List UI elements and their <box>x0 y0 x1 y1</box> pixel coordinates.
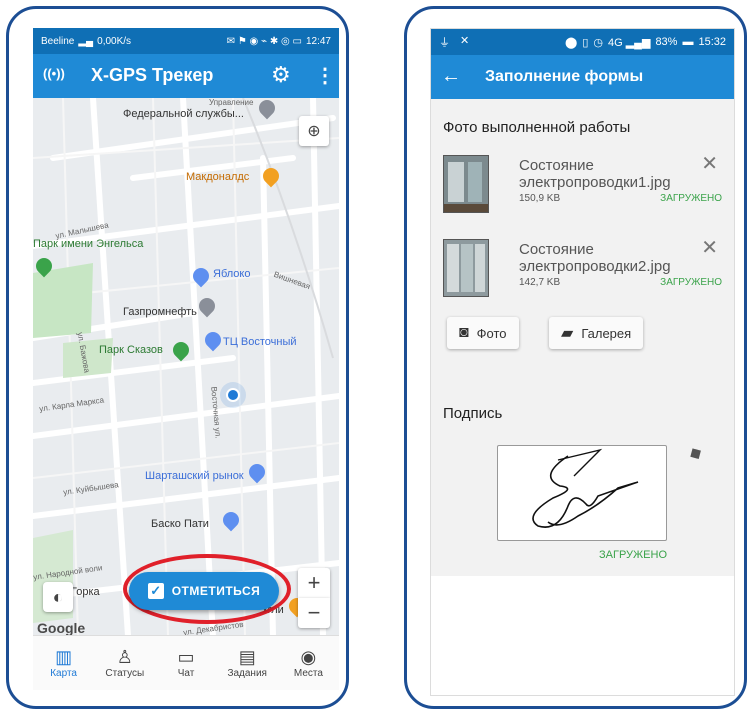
app-bar: ← Заполнение формы <box>431 55 734 99</box>
file-row: Состояние электропроводки1.jpg 150,9 KB … <box>443 149 722 219</box>
compass-button[interactable]: ◐ <box>43 582 73 612</box>
eraser-icon[interactable]: ◆ <box>685 441 706 464</box>
battery-percent: 83% <box>655 36 678 48</box>
nav-label-statuses: Статусы <box>105 668 145 679</box>
map-label-park-engelsa: Парк имени Энгельса <box>33 238 144 250</box>
file-name-line2: электропроводки2.jpg <box>519 258 671 275</box>
file-status: ЗАГРУЖЕНО <box>660 193 722 204</box>
file-row: Состояние электропроводки2.jpg 142,7 KB … <box>443 233 722 303</box>
battery-icon: ▬ <box>682 36 694 48</box>
status-icon: ♙ <box>116 647 133 667</box>
map-label-basko: Баско Пати <box>151 518 209 530</box>
nav-label-chat: Чат <box>177 668 195 679</box>
camera-icon: ◙ <box>459 324 469 341</box>
signature-pad[interactable] <box>497 445 667 541</box>
file-name-line2: электропроводки1.jpg <box>519 174 671 191</box>
right-phone-screen: ⏚ ✕ ⬤ ▯ ◷ 4G ▂▄▆ 83% ▬ 15:32 ← Заполнени… <box>430 28 735 696</box>
broadcast-icon[interactable]: ((•)) <box>43 66 65 81</box>
notification-icons: ✉ ⚑ ◉ ⌁ ✱ ◎ ▭ <box>226 35 302 47</box>
zoom-in-label: + <box>307 570 321 595</box>
bottom-navigation: ▥ Карта ♙ Статусы ▭ Чат ▤ Задания ◉ Мест… <box>33 635 339 690</box>
checkbox-icon: ✓ <box>147 583 164 599</box>
app-title: X-GPS Трекер <box>91 65 214 85</box>
nav-item-map[interactable]: ▥ Карта <box>33 636 94 690</box>
carrier-label: Beeline ▂▄ 0,00K/s <box>41 35 132 47</box>
file-name-line1: Состояние <box>519 241 594 258</box>
gallery-button-label: Галерея <box>581 325 632 341</box>
app-bar: ((•)) X-GPS Трекер ⚙ ⋮ <box>33 54 339 98</box>
nav-label-places: Места <box>293 668 323 679</box>
signature-drawing <box>532 448 639 528</box>
more-vert-icon[interactable]: ⋮ <box>315 63 335 88</box>
map-label-gorka: Горка <box>71 586 100 598</box>
gear-icon[interactable]: ⚙ <box>271 62 291 88</box>
photo-thumbnail[interactable] <box>443 239 489 297</box>
map-label-tc-vostochny: ТЦ Восточный <box>223 336 297 348</box>
status-icons: ⬤ ▯ ◷ 4G ▂▄▆ 83% ▬ 15:32 <box>565 36 726 49</box>
crosshair-icon: ⊕ <box>307 123 321 140</box>
close-icon[interactable]: ✕ <box>701 235 718 260</box>
current-location-dot <box>226 388 240 402</box>
no-signal-icon: ✕ <box>460 35 470 47</box>
form-title: Заполнение формы <box>485 68 644 85</box>
status-bar: ⏚ ✕ ⬤ ▯ ◷ 4G ▂▄▆ 83% ▬ 15:32 <box>431 29 734 55</box>
notification-icons: ⏚ ✕ <box>439 34 469 50</box>
globe-icon: ◐ <box>52 586 64 607</box>
nav-item-statuses[interactable]: ♙ Статусы <box>94 636 155 690</box>
nav-label-tasks: Задания <box>227 668 267 679</box>
gallery-button[interactable]: ▰ Галерея <box>549 317 644 349</box>
zoom-out-label: − <box>307 600 321 625</box>
map-label-mcdonalds: Макдоналдс <box>186 171 250 183</box>
map-label-upravlenie: Управление <box>209 98 254 107</box>
zoom-in-button[interactable]: + <box>298 568 330 598</box>
close-icon[interactable]: ✕ <box>701 151 718 176</box>
checkin-label: ОТМЕТИТЬСЯ <box>171 584 261 598</box>
file-status: ЗАГРУЖЕНО <box>660 277 722 288</box>
place-icon: ◉ <box>300 647 317 667</box>
signature-title: Подпись <box>443 405 503 422</box>
status-icons: ✉ ⚑ ◉ ⌁ ✱ ◎ ▭ 12:47 <box>227 36 331 47</box>
map-label-park-skazov: Парк Сказов <box>99 344 163 356</box>
status-time: 12:47 <box>305 35 331 47</box>
network-icon: 4G ▂▄▆ <box>607 36 651 49</box>
zoom-out-button[interactable]: − <box>298 598 330 628</box>
google-logo: Google <box>37 620 86 636</box>
nav-item-tasks[interactable]: ▤ Задания <box>217 636 278 690</box>
file-size: 142,7 KB <box>519 277 561 288</box>
left-phone-screen: Beeline ▂▄ 0,00K/s ✉ ⚑ ◉ ⌁ ✱ ◎ ▭ 12:47 (… <box>33 28 339 690</box>
back-arrow-icon[interactable]: ← <box>441 65 461 88</box>
photo-button[interactable]: ◙ Фото <box>447 317 519 349</box>
checkin-button[interactable]: ✓ ОТМЕТИТЬСЯ <box>129 572 279 610</box>
map-label-gazpromneft: Газпромнефть <box>123 306 197 318</box>
signature-status: ЗАГРУЖЕНО <box>599 549 668 561</box>
file-size: 150,9 KB <box>519 193 561 204</box>
clipboard-icon: ▤ <box>238 647 256 667</box>
photo-section-title: Фото выполненной работы <box>443 119 631 136</box>
alarm-icon: ◷ <box>593 36 603 49</box>
photo-button-label: Фото <box>476 325 507 341</box>
my-location-button[interactable]: ⊕ <box>299 116 329 146</box>
image-icon: ▰ <box>561 325 574 342</box>
file-name-line1: Состояние <box>519 157 594 174</box>
status-time: 15:32 <box>698 36 726 48</box>
map-label-yabloko: Яблоко <box>213 268 251 280</box>
nav-item-chat[interactable]: ▭ Чат <box>155 636 216 690</box>
signal-icon: ▂▄ <box>78 35 94 47</box>
map-label-sharta-market: Шарташский рынок <box>145 470 244 482</box>
photo-thumbnail[interactable] <box>443 155 489 213</box>
nav-label-map: Карта <box>50 668 77 679</box>
location-icon: ⬤ <box>565 36 578 49</box>
map-view[interactable]: Управление Федеральной службы... ⊕ Макдо… <box>33 98 339 636</box>
map-label-federal: Федеральной службы... <box>123 108 244 120</box>
form-body: Фото выполненной работы Состояние электр… <box>431 99 734 576</box>
vibrate-icon: ▯ <box>582 36 589 49</box>
map-icon: ▥ <box>55 647 73 667</box>
usb-icon: ⏚ <box>439 37 450 49</box>
chat-icon: ▭ <box>177 647 195 667</box>
nav-item-places[interactable]: ◉ Места <box>278 636 339 690</box>
status-bar: Beeline ▂▄ 0,00K/s ✉ ⚑ ◉ ⌁ ✱ ◎ ▭ 12:47 <box>33 28 339 54</box>
